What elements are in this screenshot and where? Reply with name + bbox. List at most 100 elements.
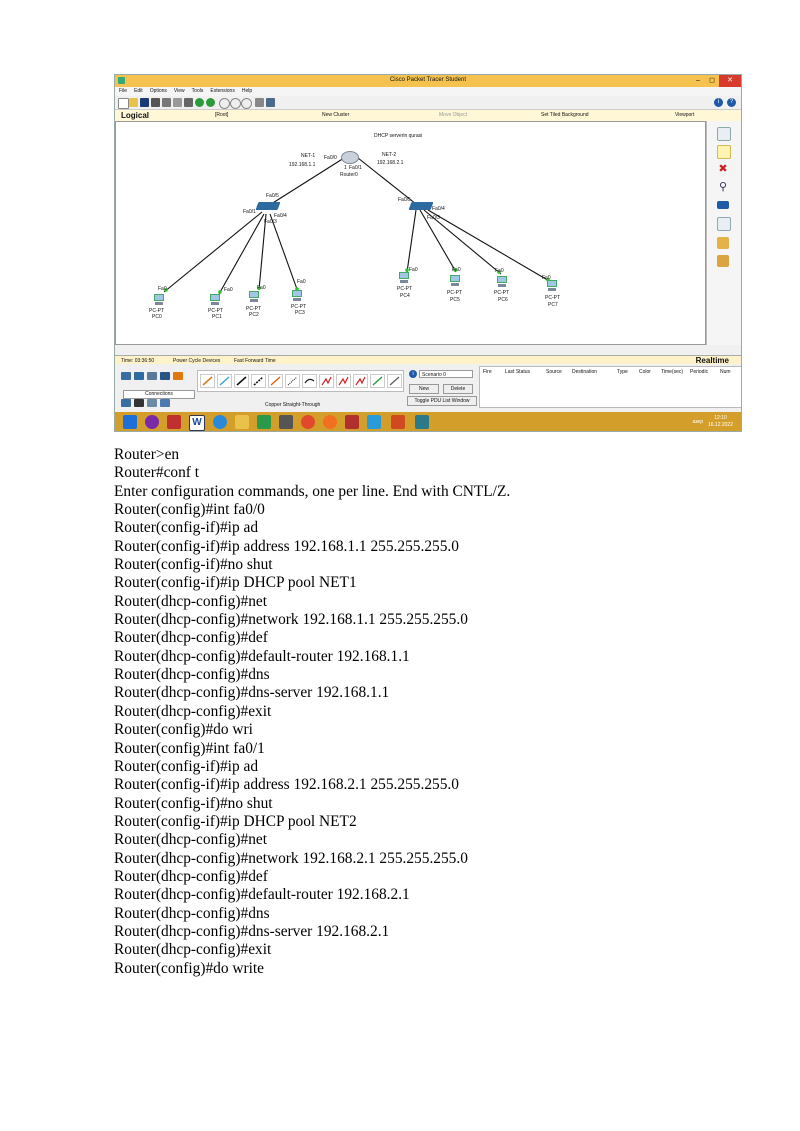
menu-edit[interactable]: Edit bbox=[134, 87, 143, 96]
auto-cable-icon[interactable] bbox=[200, 374, 215, 388]
delete-scenario-button[interactable]: Delete bbox=[443, 384, 473, 394]
telegram-icon[interactable] bbox=[367, 415, 381, 429]
simple-pdu-icon[interactable] bbox=[717, 237, 729, 249]
menu-extensions[interactable]: Extensions bbox=[210, 87, 234, 96]
powerpoint-icon[interactable] bbox=[391, 415, 405, 429]
new-cluster-button[interactable]: New Cluster bbox=[322, 112, 349, 118]
switch1-icon[interactable] bbox=[408, 202, 434, 210]
copper-straight-through-icon[interactable] bbox=[234, 374, 249, 388]
copy-icon[interactable] bbox=[173, 98, 182, 107]
zoom-out-icon[interactable] bbox=[241, 98, 252, 109]
zoom-in-icon[interactable] bbox=[219, 98, 230, 109]
resize-shape-icon[interactable] bbox=[717, 217, 731, 231]
help-icon[interactable]: ? bbox=[727, 98, 736, 107]
keyboard-language[interactable]: азер bbox=[692, 419, 703, 425]
file-explorer-icon[interactable] bbox=[235, 415, 249, 429]
app-icon[interactable] bbox=[145, 415, 159, 429]
app-icon[interactable] bbox=[279, 415, 293, 429]
serial-dte-icon[interactable] bbox=[336, 374, 351, 388]
pc4-type-label: PC-PT bbox=[397, 286, 412, 292]
viewport-button[interactable]: Viewport bbox=[675, 112, 694, 118]
minimize-icon[interactable]: – bbox=[691, 75, 705, 87]
maximize-icon[interactable]: ◻ bbox=[705, 75, 719, 87]
inspect-tool-icon[interactable]: ⚲ bbox=[717, 181, 729, 193]
copper-cross-over-icon[interactable] bbox=[251, 374, 266, 388]
note-tool-icon[interactable] bbox=[717, 145, 731, 159]
word-icon[interactable]: W bbox=[189, 415, 205, 431]
print-icon[interactable] bbox=[151, 98, 160, 107]
toggle-pdu-list-button[interactable]: Toggle PDU List Window bbox=[407, 396, 477, 406]
console-cable-icon[interactable] bbox=[217, 374, 232, 388]
app-icon[interactable] bbox=[167, 415, 181, 429]
pc3-port-label: Fa0 bbox=[297, 279, 306, 285]
end-devices-category-icon[interactable] bbox=[121, 399, 131, 407]
new-file-icon[interactable] bbox=[118, 98, 129, 109]
net2-label: NET-2 bbox=[382, 152, 397, 158]
save-icon[interactable] bbox=[140, 98, 149, 107]
logical-view-tab[interactable]: Logical bbox=[121, 111, 149, 120]
undo-icon[interactable] bbox=[195, 98, 204, 107]
custom-devices-icon[interactable] bbox=[266, 98, 275, 107]
activity-wizard-icon[interactable] bbox=[162, 98, 171, 107]
scenario-select[interactable]: Scenario 0 bbox=[419, 370, 473, 378]
octal-cable-icon[interactable] bbox=[353, 374, 368, 388]
zoom-reset-icon[interactable] bbox=[230, 98, 241, 109]
packet-tracer-icon[interactable] bbox=[415, 415, 429, 429]
multiuser-category-icon[interactable] bbox=[147, 399, 157, 407]
routers-category-icon[interactable] bbox=[121, 372, 131, 380]
close-icon[interactable]: ✕ bbox=[719, 75, 741, 87]
switch0-icon[interactable] bbox=[255, 202, 281, 210]
paste-icon[interactable] bbox=[184, 98, 193, 107]
pc5-icon[interactable] bbox=[449, 275, 461, 287]
fiber-cable-icon[interactable] bbox=[268, 374, 283, 388]
hubs-category-icon[interactable] bbox=[147, 372, 157, 380]
taskbar-clock[interactable]: 12:10 16.12.2022 bbox=[708, 415, 733, 429]
drawing-palette-icon[interactable] bbox=[255, 98, 264, 107]
firefox-icon[interactable] bbox=[323, 415, 337, 429]
logical-workspace-canvas[interactable]: DHCP serverin qurasi NET-1 192.168.1.1 F… bbox=[115, 121, 706, 345]
pc0-icon[interactable] bbox=[153, 294, 165, 306]
move-object-button[interactable]: Move Object bbox=[439, 112, 467, 118]
app-icon[interactable] bbox=[345, 415, 359, 429]
root-button[interactable]: [Root] bbox=[215, 112, 228, 118]
custom-category-icon[interactable] bbox=[160, 399, 170, 407]
delete-tool-icon[interactable]: ✖ bbox=[717, 163, 729, 175]
phone-cable-icon[interactable] bbox=[285, 374, 300, 388]
connections-category-icon[interactable] bbox=[173, 372, 183, 380]
usb-cable-icon[interactable] bbox=[387, 374, 402, 388]
redo-icon[interactable] bbox=[206, 98, 215, 107]
set-tiled-background-button[interactable]: Set Tiled Background bbox=[541, 112, 589, 118]
coaxial-cable-icon[interactable] bbox=[302, 374, 317, 388]
menu-file[interactable]: File bbox=[119, 87, 127, 96]
router0-icon[interactable] bbox=[341, 151, 359, 164]
iot-cable-icon[interactable] bbox=[370, 374, 385, 388]
edge-icon[interactable] bbox=[213, 415, 227, 429]
info-icon[interactable]: i bbox=[714, 98, 723, 107]
wireless-category-icon[interactable] bbox=[160, 372, 170, 380]
pc2-icon[interactable] bbox=[248, 291, 260, 303]
draw-shape-icon[interactable] bbox=[717, 201, 729, 209]
pc3-icon[interactable] bbox=[291, 290, 303, 302]
transcript-line: Router(dhcp-config)#default-router 192.1… bbox=[114, 886, 410, 904]
serial-dce-icon[interactable] bbox=[319, 374, 334, 388]
sw0-port-label: Fa0/5 bbox=[266, 193, 279, 199]
chrome-icon[interactable] bbox=[301, 415, 315, 429]
menu-view[interactable]: View bbox=[174, 87, 185, 96]
info-icon[interactable]: i bbox=[409, 370, 417, 378]
new-scenario-button[interactable]: New bbox=[409, 384, 439, 394]
menu-tools[interactable]: Tools bbox=[192, 87, 204, 96]
switches-category-icon[interactable] bbox=[134, 372, 144, 380]
pc7-icon[interactable] bbox=[546, 280, 558, 292]
components-category-icon[interactable] bbox=[134, 399, 144, 407]
menu-help[interactable]: Help bbox=[242, 87, 252, 96]
pc1-icon[interactable] bbox=[209, 294, 221, 306]
select-tool-icon[interactable] bbox=[717, 127, 731, 141]
transcript-line: Router(config)#do wri bbox=[114, 721, 253, 739]
complex-pdu-icon[interactable] bbox=[717, 255, 729, 267]
excel-icon[interactable] bbox=[257, 415, 271, 429]
pc4-icon[interactable] bbox=[398, 272, 410, 284]
open-folder-icon[interactable] bbox=[129, 98, 138, 107]
pc6-icon[interactable] bbox=[496, 276, 508, 288]
menu-options[interactable]: Options bbox=[150, 87, 167, 96]
start-icon[interactable] bbox=[123, 415, 137, 429]
